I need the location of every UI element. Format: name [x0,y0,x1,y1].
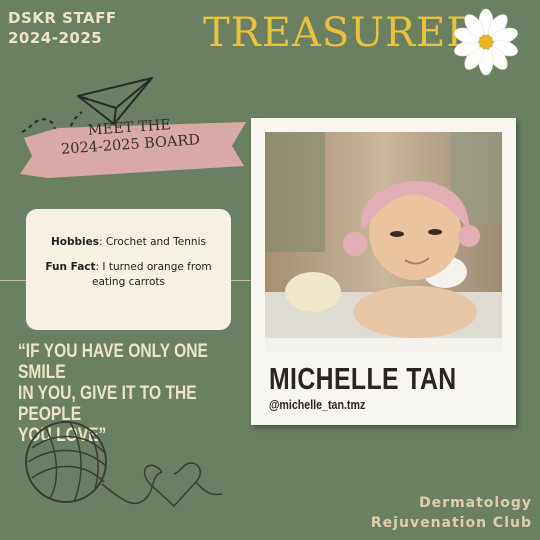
instagram-handle[interactable]: @michelle_tan.tmz [269,397,365,412]
member-name: MICHELLE TAN [269,361,457,396]
staff-line-2: 2024-2025 [8,29,103,47]
hobbies-label: Hobbies [51,236,100,248]
polaroid-frame: MICHELLE TAN @michelle_tan.tmz [251,118,516,425]
funfact-value: : I turned orange from eating carrots [91,261,212,288]
baby-photo-illustration [265,132,502,352]
hobbies-value: : Crochet and Tennis [99,236,206,248]
info-card: Hobbies: Crochet and Tennis Fun Fact: I … [26,209,231,330]
club-line-1: Dermatology [419,495,532,511]
funfact-label: Fun Fact [45,261,96,273]
daisy-icon [454,8,518,76]
yarn-ball-icon [25,421,223,508]
profile-photo [265,132,502,352]
staff-label: DSKR STAFF 2024-2025 [8,8,117,48]
role-title: TREASURER [203,10,478,56]
staff-line-1: DSKR STAFF [8,9,117,27]
club-line-2: Rejuvenation Club [370,515,532,531]
funfact-row: Fun Fact: I turned orange from eating ca… [36,260,221,290]
club-name: Dermatology Rejuvenation Club [360,493,532,533]
hobbies-row: Hobbies: Crochet and Tennis [36,235,221,250]
quote-line-1: “IF YOU HAVE ONLY ONE SMILE [18,341,208,383]
